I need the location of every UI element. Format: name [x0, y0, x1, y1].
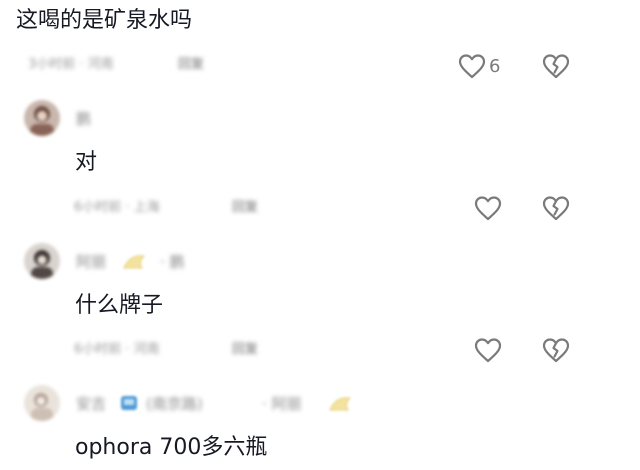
comment-1-like-count: 6	[489, 56, 501, 77]
comment-2-like-button[interactable]	[472, 194, 504, 222]
comment-3-author-suffix: · 鹏	[160, 253, 185, 271]
comment-2-author[interactable]: 鹏	[76, 109, 91, 129]
broken-heart-icon	[542, 54, 570, 79]
comment-3-dislike-button[interactable]	[540, 336, 572, 364]
broken-heart-icon	[542, 196, 570, 221]
comment-1-text: 这喝的是矿泉水吗	[16, 8, 193, 33]
comment-2-reply-button[interactable]: 回复	[232, 199, 258, 217]
avatar[interactable]	[24, 243, 60, 279]
comment-3-author[interactable]: 阿丽	[76, 252, 106, 272]
comment-3-text: 什么牌子	[75, 293, 164, 318]
comment-1-like-button[interactable]	[456, 52, 488, 80]
comment-4-text: ophora 700多六瓶	[75, 435, 268, 460]
heart-icon	[474, 338, 502, 363]
comment-4-author[interactable]: 安吉	[76, 394, 106, 414]
comment-1-dislike-button[interactable]	[540, 52, 572, 80]
comment-2-text: 对	[75, 150, 98, 175]
heart-icon	[458, 54, 486, 79]
comment-4-author-tag: (南京路)	[146, 395, 203, 413]
comment-3-meta: 6小时前 · 河南	[74, 342, 160, 357]
comment-4-author-suffix: · 阿丽	[262, 395, 302, 413]
star-badge-icon	[326, 392, 354, 418]
comment-1-meta: 3小时前 · 河南	[28, 57, 114, 72]
blue-device-badge-icon	[118, 392, 140, 418]
avatar[interactable]	[24, 100, 60, 136]
comment-2-dislike-button[interactable]	[540, 194, 572, 222]
heart-icon	[474, 196, 502, 221]
star-badge-icon	[120, 250, 148, 276]
comment-2-meta: 6小时前 · 上海	[74, 200, 160, 215]
broken-heart-icon	[542, 338, 570, 363]
comment-3-like-button[interactable]	[472, 336, 504, 364]
comment-1-reply-button[interactable]: 回复	[178, 56, 204, 74]
avatar[interactable]	[24, 385, 60, 421]
comment-3-reply-button[interactable]: 回复	[232, 341, 258, 359]
